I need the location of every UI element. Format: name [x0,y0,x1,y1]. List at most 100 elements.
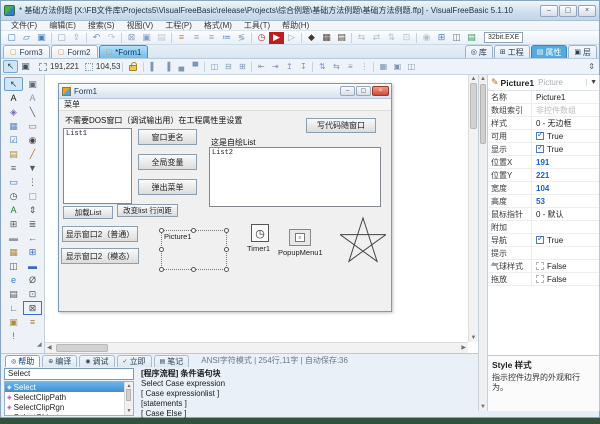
window-icon[interactable]: ◫ [449,32,464,44]
same-size-icon[interactable]: ≡ [343,61,357,73]
property-row[interactable]: 宽度 104 [488,182,599,195]
help-list-item[interactable]: ◈ SelectObject [5,412,124,416]
picture1-selected-control[interactable]: Picture1 [159,228,229,272]
property-row[interactable]: 导航 True [488,234,599,247]
copy-code-icon[interactable]: ▣ [139,32,154,44]
center-h-icon[interactable]: ◫ [207,61,221,73]
align-icon[interactable]: ≡ [174,32,189,44]
paste-code-icon[interactable]: ▤ [154,32,169,44]
form-button[interactable]: 全局变量 [138,154,197,170]
property-row[interactable]: 样式 0 - 无边框 [488,117,599,130]
menu-item[interactable]: 工具(T) [238,21,276,31]
frame-tool[interactable]: ▭ [23,119,42,133]
grid-window-icon[interactable]: ⊞ [434,32,449,44]
calendar-tool[interactable]: ⊞ [23,245,42,259]
scroll-down-icon[interactable]: ▼ [469,335,478,341]
tab-page-tool[interactable]: ▤ [4,147,23,161]
same-height-icon[interactable]: ⇅ [315,61,329,73]
code-with-window-button[interactable]: 写代码随窗口 [306,118,376,133]
sort-icon[interactable]: ≶ [234,32,249,44]
property-row[interactable]: 名称 Picture1 [488,91,599,104]
debug-jump-icon[interactable]: ⇆ [354,32,369,44]
property-row[interactable]: 附加 [488,221,599,234]
design-form-minimize[interactable]: – [340,86,355,96]
resize-handle[interactable] [191,267,196,272]
outdent-icon[interactable]: ≡ [204,32,219,44]
tabstrip-tool[interactable]: ◫ [4,259,23,273]
resize-handle[interactable] [224,267,229,272]
form-button[interactable]: 窗口更名 [138,129,197,145]
menu-item[interactable]: 帮助(H) [276,21,315,31]
orbit-tool[interactable]: Ø [23,273,42,287]
help-list-scrollbar[interactable]: ▲ ▼ [124,382,133,415]
combobox-tool[interactable]: ▼ [23,161,42,175]
breakpoint-icon[interactable]: ⊡ [399,32,414,44]
design-form-body[interactable]: 不需要DOS窗口（调试输出用）在工程属性里设置 写代码随窗口 List1 窗口更… [59,111,391,311]
close-box-tool[interactable]: ⊠ [23,301,42,315]
property-row[interactable]: 数组索引 非控件数组 [488,104,599,117]
property-row[interactable]: 高度 53 [488,195,599,208]
scroll-down-icon[interactable]: ▼ [479,404,487,410]
property-row[interactable]: 位置Y 221 [488,169,599,182]
popupmenu-control-icon[interactable]: ≡ [289,229,311,246]
designer-vertical-scrollbar[interactable]: ▲ ▼ [468,75,478,342]
property-row[interactable]: 显示 True [488,143,599,156]
bottom-tab[interactable]: ▤ 笔记 [153,355,190,367]
resize-handle[interactable] [159,247,164,252]
line-tool[interactable]: ╲ [23,105,42,119]
save-icon[interactable]: ▣ [34,32,49,44]
bullets-icon[interactable]: ≔ [219,32,234,44]
property-row[interactable]: 提示 [488,247,599,260]
load-list-button[interactable]: 加载List [63,206,113,219]
properties-header[interactable]: ✎ Picture1 Picture ▼ [488,75,599,91]
build-target-box[interactable]: 32bit.EXE [484,32,524,43]
bottom-tab[interactable]: ◎ 帮助 [5,355,41,367]
form-tab[interactable]: ▢ Form3 [3,45,50,58]
resize-handle[interactable] [159,228,164,233]
toolbar-overflow-spinner[interactable]: ⇕ [588,62,595,71]
property-value[interactable]: 0 - 无边框 [532,118,599,129]
redo-icon[interactable]: ↷ [104,32,119,44]
align-right-icon[interactable]: ▐ [160,61,174,73]
bottom-tab[interactable]: ◉ 调试 [79,355,115,367]
radio-tool[interactable]: ◉ [23,133,42,147]
space-right-icon[interactable]: ⇥ [268,61,282,73]
property-value[interactable]: Picture1 [532,93,599,102]
save-as-icon[interactable]: ▢ [54,32,69,44]
build-exe-icon[interactable]: ◆ [304,32,319,44]
build-image-icon[interactable]: ▦ [319,32,334,44]
separator-tool[interactable]: ▬ [4,231,23,245]
compile-icon[interactable]: ◷ [254,32,269,44]
designer-horizontal-scrollbar[interactable]: ◀ ▶ [45,342,468,353]
textbox-tool[interactable]: ▭ [4,175,23,189]
panel-tab[interactable]: ◎ 库 [464,45,493,58]
property-row[interactable]: 拖放 False [488,273,599,286]
auto-label-tool[interactable]: A [4,203,23,217]
menu-item[interactable]: 格式(M) [198,21,238,31]
select-mode-button[interactable]: ▣ [18,60,33,73]
property-value[interactable]: 非控件数组 [532,105,599,116]
menu-item[interactable]: 工程(P) [159,21,198,31]
help-list-item[interactable]: ◈ SelectClipRgn [5,402,124,412]
checkbox-icon[interactable] [536,145,544,153]
lock-icon[interactable] [129,61,138,71]
scroll-thumb[interactable] [126,389,131,401]
delete-code-icon[interactable]: ⊠ [124,32,139,44]
center-v-icon[interactable]: ⊟ [221,61,235,73]
timer-tool[interactable]: ◷ [4,189,23,203]
change-spacing-button[interactable]: 改变list 行间距 [117,204,178,217]
link-label-tool[interactable]: A [23,91,42,105]
pointer-mode-button[interactable]: ↖ [3,60,18,73]
panel-tab[interactable]: ▣ 层 [568,45,597,58]
chevron-down-icon[interactable]: ▼ [586,79,597,86]
list1-control[interactable]: List1 [63,128,132,204]
property-value[interactable]: 221 [532,171,599,180]
help-list-item[interactable]: ◈ Select [5,382,124,392]
toolbox-scroll-icon[interactable]: ◢ [37,341,42,348]
database-tool[interactable]: ≡ [23,315,42,329]
property-value[interactable]: 104 [532,184,599,193]
scroll-left-icon[interactable]: ◀ [47,344,52,351]
design-form-titlebar[interactable]: Form1 – ▢ × [59,84,391,99]
debug-over-icon[interactable]: ⇅ [384,32,399,44]
property-value[interactable]: True [532,145,599,154]
